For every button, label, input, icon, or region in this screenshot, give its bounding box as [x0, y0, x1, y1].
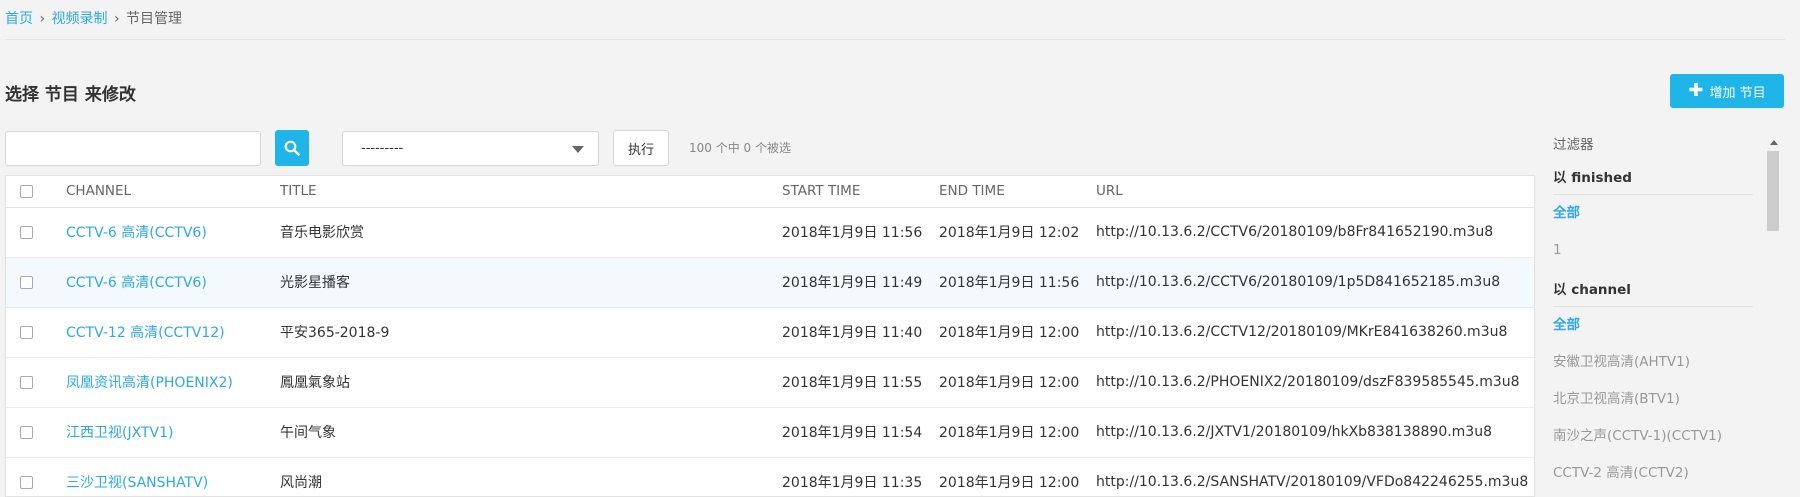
channel-link[interactable]: 凤凰资讯高清(PHOENIX2) — [66, 375, 233, 391]
filter-finished-1[interactable]: 1 — [1553, 232, 1753, 269]
url-cell: http://10.13.6.2/SANSHATV/20180109/VFDo8… — [1096, 457, 1534, 496]
action-select-value: --------- — [361, 141, 404, 156]
end-time-cell: 2018年1月9日 12:00 — [939, 407, 1096, 458]
row-checkbox-cell — [6, 257, 66, 308]
filter-finished-all[interactable]: 全部 — [1553, 195, 1753, 232]
channel-cell: 凤凰资讯高清(PHOENIX2) — [66, 357, 280, 408]
selection-counter: 100 个中 0 个被选 — [689, 141, 791, 155]
channel-cell: CCTV-6 高清(CCTV6) — [66, 207, 280, 258]
filter-heading: 过滤器 — [1553, 137, 1594, 153]
filter-channel-ahtv1[interactable]: 安徽卫视高清(AHTV1) — [1553, 344, 1753, 381]
start-time-cell: 2018年1月9日 11:56 — [782, 207, 939, 258]
column-header-end-time[interactable]: END TIME — [939, 176, 1096, 208]
channel-link[interactable]: CCTV-6 高清(CCTV6) — [66, 275, 207, 291]
table-row: CCTV-6 高清(CCTV6) 光影星播客 2018年1月9日 11:49 2… — [6, 257, 1534, 308]
url-cell: http://10.13.6.2/JXTV1/20180109/hkXb8381… — [1096, 407, 1534, 458]
execute-button[interactable]: 执行 — [613, 130, 669, 166]
column-header-start-time[interactable]: START TIME — [782, 176, 939, 208]
breadcrumb-section-link[interactable]: 视频录制 — [52, 11, 108, 27]
table-row: CCTV-6 高清(CCTV6) 音乐电影欣赏 2018年1月9日 11:56 … — [6, 207, 1534, 258]
row-checkbox[interactable] — [20, 225, 33, 239]
filter-channel-cctv2[interactable]: CCTV-2 高清(CCTV2) — [1553, 455, 1753, 492]
url-cell: http://10.13.6.2/CCTV6/20180109/b8Fr8416… — [1096, 207, 1534, 258]
table-body: CCTV-6 高清(CCTV6) 音乐电影欣赏 2018年1月9日 11:56 … — [6, 207, 1534, 496]
add-program-button[interactable]: ✚ 增加 节目 — [1670, 74, 1784, 108]
row-checkbox[interactable] — [20, 475, 33, 489]
title-cell: 音乐电影欣赏 — [280, 207, 782, 258]
row-checkbox[interactable] — [20, 425, 33, 439]
table-row: CCTV-12 高清(CCTV12) 平安365-2018-9 2018年1月9… — [6, 307, 1534, 358]
action-select[interactable]: --------- — [342, 131, 599, 166]
start-time-cell: 2018年1月9日 11:54 — [782, 407, 939, 458]
title-cell: 鳳凰氣象站 — [280, 357, 782, 408]
page-title: 选择 节目 来修改 — [5, 85, 136, 105]
start-time-cell: 2018年1月9日 11:55 — [782, 357, 939, 408]
search-input[interactable] — [5, 131, 261, 166]
filter-panel: 过滤器 以 finished 全部 1 以 channel 全部 安徽卫视高清(… — [1553, 133, 1753, 492]
row-checkbox-cell — [6, 407, 66, 458]
start-time-cell: 2018年1月9日 11:35 — [782, 457, 939, 496]
channel-link[interactable]: CCTV-6 高清(CCTV6) — [66, 225, 207, 241]
breadcrumb-home-link[interactable]: 首页 — [5, 11, 33, 27]
url-cell: http://10.13.6.2/CCTV6/20180109/1p5D8416… — [1096, 257, 1534, 308]
table-row: 江西卫视(JXTV1) 午间气象 2018年1月9日 11:54 2018年1月… — [6, 407, 1534, 458]
end-time-cell: 2018年1月9日 12:00 — [939, 307, 1096, 358]
filter-group-channel-title: 以 channel — [1553, 269, 1753, 307]
column-header-channel[interactable]: CHANNEL — [66, 176, 280, 208]
row-checkbox[interactable] — [20, 375, 33, 389]
title-cell: 午间气象 — [280, 407, 782, 458]
column-header-title[interactable]: TITLE — [280, 176, 782, 208]
header-divider — [5, 39, 1785, 40]
filter-channel-all[interactable]: 全部 — [1553, 307, 1753, 344]
select-all-cell — [6, 176, 66, 208]
table-row: 三沙卫视(SANSHATV) 风尚潮 2018年1月9日 11:35 2018年… — [6, 457, 1534, 496]
channel-cell: 江西卫视(JXTV1) — [66, 407, 280, 458]
row-checkbox-cell — [6, 457, 66, 496]
scrollbar-thumb[interactable] — [1767, 151, 1779, 231]
channel-link[interactable]: CCTV-12 高清(CCTV12) — [66, 325, 225, 341]
channel-cell: CCTV-6 高清(CCTV6) — [66, 257, 280, 308]
end-time-cell: 2018年1月9日 12:00 — [939, 357, 1096, 408]
filter-channel-btv1[interactable]: 北京卫视高清(BTV1) — [1553, 381, 1753, 418]
title-cell: 平安365-2018-9 — [280, 307, 782, 358]
start-time-cell: 2018年1月9日 11:49 — [782, 257, 939, 308]
title-cell: 光影星播客 — [280, 257, 782, 308]
channel-link[interactable]: 三沙卫视(SANSHATV) — [66, 475, 208, 491]
end-time-cell: 2018年1月9日 12:02 — [939, 207, 1096, 258]
end-time-cell: 2018年1月9日 12:00 — [939, 457, 1096, 496]
table-row: 凤凰资讯高清(PHOENIX2) 鳳凰氣象站 2018年1月9日 11:55 2… — [6, 357, 1534, 408]
chevron-down-icon — [572, 146, 584, 153]
channel-cell: CCTV-12 高清(CCTV12) — [66, 307, 280, 358]
url-cell: http://10.13.6.2/PHOENIX2/20180109/dszF8… — [1096, 357, 1534, 408]
results-table: CHANNEL TITLE START TIME END TIME URL CC… — [5, 175, 1535, 497]
breadcrumb: 首页 › 视频录制 › 节目管理 — [5, 8, 182, 28]
row-checkbox-cell — [6, 357, 66, 408]
table-header-row: CHANNEL TITLE START TIME END TIME URL — [6, 176, 1534, 208]
row-checkbox[interactable] — [20, 325, 33, 339]
channel-link[interactable]: 江西卫视(JXTV1) — [66, 425, 173, 441]
breadcrumb-separator: › — [39, 11, 46, 27]
channel-cell: 三沙卫视(SANSHATV) — [66, 457, 280, 496]
breadcrumb-current: 节目管理 — [126, 11, 183, 27]
row-checkbox-cell — [6, 207, 66, 258]
plus-icon: ✚ — [1688, 80, 1704, 101]
breadcrumb-separator: › — [113, 11, 120, 27]
column-header-url[interactable]: URL — [1096, 176, 1534, 208]
scroll-up-icon[interactable] — [1770, 140, 1778, 145]
start-time-cell: 2018年1月9日 11:40 — [782, 307, 939, 358]
end-time-cell: 2018年1月9日 11:56 — [939, 257, 1096, 308]
row-checkbox[interactable] — [20, 275, 33, 289]
filter-group-finished-title: 以 finished — [1553, 157, 1753, 195]
add-program-label: 增加 节目 — [1709, 85, 1766, 101]
row-checkbox-cell — [6, 307, 66, 358]
search-icon — [284, 140, 300, 156]
filter-scrollbar[interactable] — [1766, 136, 1782, 497]
title-cell: 风尚潮 — [280, 457, 782, 496]
url-cell: http://10.13.6.2/CCTV12/20180109/MKrE841… — [1096, 307, 1534, 358]
filter-channel-cctv1[interactable]: 南沙之声(CCTV-1)(CCTV1) — [1553, 418, 1753, 455]
search-button[interactable] — [275, 130, 309, 166]
select-all-checkbox[interactable] — [20, 184, 33, 198]
